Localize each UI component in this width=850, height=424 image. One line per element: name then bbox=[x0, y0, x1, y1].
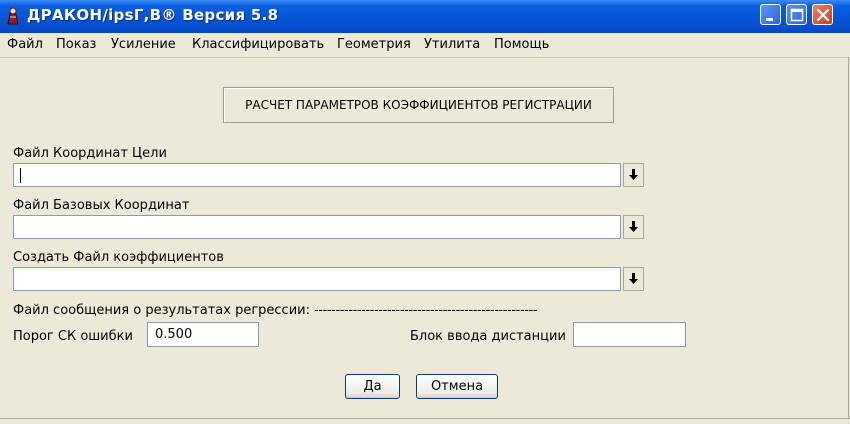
base-file-dropdown-button[interactable] bbox=[623, 215, 644, 239]
text-caret bbox=[20, 168, 21, 183]
menu-file[interactable]: Файл bbox=[7, 37, 43, 52]
menu-bar: Файл Показ Усиление Классифицировать Гео… bbox=[0, 33, 850, 58]
base-file-field[interactable] bbox=[13, 215, 621, 239]
distance-input[interactable] bbox=[573, 322, 686, 347]
menu-utility[interactable]: Утилита bbox=[424, 37, 480, 52]
menu-classify[interactable]: Классифицировать bbox=[192, 37, 324, 52]
minimize-icon bbox=[766, 18, 773, 21]
down-arrow-icon bbox=[629, 273, 638, 284]
close-button[interactable] bbox=[812, 4, 833, 25]
target-file-dropdown-button[interactable] bbox=[623, 163, 644, 187]
coeff-file-dropdown-button[interactable] bbox=[623, 267, 644, 291]
dragon-app-icon bbox=[7, 7, 19, 25]
base-file-label: Файл Базовых Координат bbox=[13, 198, 190, 213]
maximize-icon bbox=[790, 8, 804, 22]
menu-view[interactable]: Показ bbox=[56, 37, 96, 52]
threshold-input[interactable]: 0.500 bbox=[147, 322, 259, 347]
window-title: ДРАКОН/ipsГ,В® Версия 5.8 bbox=[27, 6, 279, 24]
cancel-button[interactable]: Отмена bbox=[416, 374, 498, 399]
bottom-border bbox=[0, 418, 850, 419]
target-file-field[interactable] bbox=[13, 163, 621, 187]
menu-enhance[interactable]: Усиление bbox=[111, 37, 176, 52]
coeff-file-label: Создать Файл коэффициентов bbox=[13, 250, 224, 265]
coeff-file-field[interactable] bbox=[13, 267, 621, 291]
target-file-label: Файл Координат Цели bbox=[13, 146, 167, 161]
down-arrow-icon bbox=[629, 221, 638, 232]
threshold-label: Порог СК ошибки bbox=[13, 329, 133, 344]
menu-geometry[interactable]: Геометрия bbox=[337, 37, 411, 52]
ok-button[interactable]: Да bbox=[345, 374, 400, 399]
menu-help[interactable]: Помощь bbox=[494, 37, 549, 52]
distance-label: Блок ввода дистанции bbox=[410, 329, 566, 344]
maximize-button[interactable] bbox=[786, 4, 807, 25]
report-file-label: Файл сообщения о результатах регрессии: bbox=[13, 303, 310, 318]
close-icon bbox=[816, 8, 830, 22]
minimize-button[interactable] bbox=[760, 4, 781, 25]
down-arrow-icon bbox=[629, 169, 638, 180]
title-bar[interactable]: ДРАКОН/ipsГ,В® Версия 5.8 bbox=[0, 0, 850, 33]
section-header: РАСЧЕТ ПАРАМЕТРОВ КОЭФФИЦИЕНТОВ РЕГИСТРА… bbox=[223, 87, 614, 123]
report-file-value: ----------------------------------------… bbox=[314, 303, 538, 318]
